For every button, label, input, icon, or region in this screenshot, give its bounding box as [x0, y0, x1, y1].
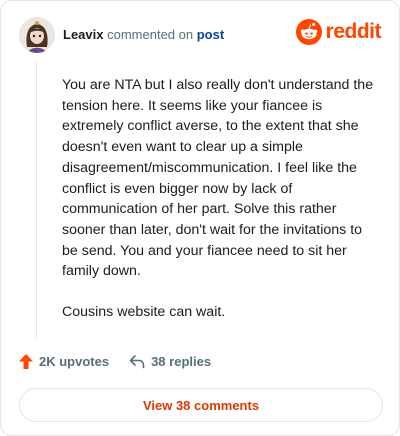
upvote-count: 2K upvotes [39, 354, 110, 369]
comment-header: Leavix commented on post [63, 27, 224, 42]
replies-button[interactable]: 38 replies [129, 354, 211, 369]
comment-paragraph: Cousins website can wait. [62, 304, 226, 321]
reply-arrow-icon [129, 354, 145, 368]
reddit-brand[interactable]: reddit [295, 19, 382, 45]
post-link[interactable]: post [197, 27, 224, 42]
avatar-image [19, 17, 55, 53]
view-comments-button[interactable]: View 38 comments [19, 388, 383, 422]
reply-count: 38 replies [151, 354, 212, 369]
reddit-logo-icon [295, 19, 322, 45]
avatar[interactable] [19, 17, 55, 53]
reddit-wordmark: reddit [325, 20, 382, 43]
action-text: commented on [107, 27, 194, 42]
comment-actions: 2K upvotes 38 replies [19, 354, 211, 369]
thread-line [36, 61, 37, 339]
upvote-arrow-icon [19, 354, 33, 369]
comment-card: Leavix commented on post reddit You are … [0, 0, 400, 436]
comment-paragraph: You are NTA but I also really don't unde… [62, 77, 374, 280]
upvote-button[interactable]: 2K upvotes [19, 354, 109, 369]
comment-body: You are NTA but I also really don't unde… [62, 75, 380, 343]
username-link[interactable]: Leavix [63, 27, 103, 42]
